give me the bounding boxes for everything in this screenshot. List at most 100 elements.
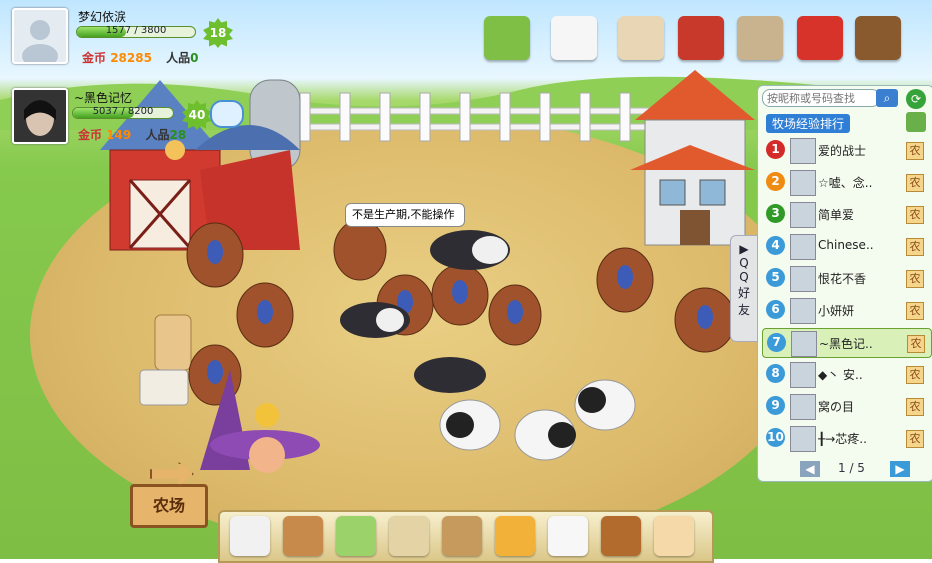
friend-avatar: [790, 202, 816, 228]
qq-tab-char: Q: [739, 270, 749, 284]
friend-row[interactable]: 6 小妍妍 农: [762, 296, 930, 324]
rank-number: 9: [766, 396, 785, 415]
rep-value: 0: [190, 51, 199, 65]
hand-icon[interactable]: [906, 112, 926, 132]
rank-number: 7: [767, 333, 786, 352]
friend-name: ╂→芯疼..: [818, 432, 867, 446]
rank-title[interactable]: 牧场经验排行: [766, 114, 851, 133]
cow-shop-icon[interactable]: [551, 16, 597, 60]
rank-number: 3: [766, 204, 785, 223]
rank-number: 4: [766, 236, 785, 255]
rank-number: 5: [766, 268, 785, 287]
friend-row[interactable]: 1 爱的战士 农: [762, 136, 930, 164]
friend-row[interactable]: 5 恨花不香 农: [762, 264, 930, 292]
barn-icon[interactable]: [678, 16, 724, 60]
friend-avatar: [790, 170, 816, 196]
friend-list-panel: ⌕ ⟳ 牧场经验排行 1爱的战士农2☆嘘、念..农3简单爱农4Chinese..…: [757, 85, 932, 482]
friend-row[interactable]: 9 窝の目 农: [762, 392, 930, 420]
visit-farm-button[interactable]: 农: [907, 335, 925, 353]
player-name: 梦幻依涙: [78, 10, 127, 24]
net-icon[interactable]: [389, 516, 429, 556]
friend-name: 简单爱: [818, 208, 855, 222]
friend-avatar: [791, 331, 817, 357]
rank-number: 8: [766, 364, 785, 383]
friend-row[interactable]: 8 ◆丶 安.. 农: [762, 360, 930, 388]
fence: [290, 92, 650, 142]
farm-sign[interactable]: 农场: [130, 484, 208, 528]
player-coins: 金币 28285 人品0: [82, 49, 199, 66]
friend-name: ☆嘘、念..: [818, 176, 873, 190]
player-exp-bar: 1577 / 3800: [76, 25, 196, 38]
broom-icon[interactable]: [442, 516, 482, 556]
friend-name: Chinese..: [818, 238, 874, 252]
rep-label: 人品: [145, 128, 170, 142]
coins-label: 金币: [82, 51, 107, 65]
friend-avatar: [790, 234, 816, 260]
chat-icon[interactable]: [210, 100, 244, 128]
friend-name: 小妍妍: [818, 304, 855, 318]
visit-farm-button[interactable]: 农: [906, 270, 924, 288]
qq-tab-char: Q: [739, 256, 749, 270]
friend-avatar: [790, 394, 816, 420]
rank-number: 10: [766, 428, 785, 447]
refresh-icon[interactable]: ⟳: [906, 89, 926, 109]
friend-name: ◆丶 安..: [818, 368, 863, 382]
rep-label: 人品: [166, 51, 191, 65]
visit-farm-button[interactable]: 农: [906, 142, 924, 160]
visitor-exp-text: 5037 / 8200: [92, 106, 154, 117]
friend-row[interactable]: 10 ╂→芯疼.. 农: [762, 424, 930, 452]
prev-page-button[interactable]: ◀: [800, 461, 820, 477]
friend-name: 窝の目: [818, 400, 855, 414]
animals: [186, 219, 736, 473]
next-page-button[interactable]: ▶: [890, 461, 910, 477]
player-avatar[interactable]: [12, 8, 68, 68]
visit-farm-button[interactable]: 农: [906, 302, 924, 320]
friend-avatar: [790, 426, 816, 452]
search-icon[interactable]: ⌕: [876, 89, 898, 107]
visit-farm-button[interactable]: 农: [906, 174, 924, 192]
pest-icon[interactable]: [336, 516, 376, 556]
seed-bag-icon[interactable]: [283, 516, 323, 556]
friend-avatar: [790, 362, 816, 388]
search-input[interactable]: [762, 89, 880, 107]
visitor-coins: 金币 149 人品28: [78, 126, 186, 143]
friend-row[interactable]: 2 ☆嘘、念.. 农: [762, 168, 930, 196]
shop-icon[interactable]: [797, 16, 843, 60]
coins-value: 28285: [110, 51, 152, 65]
visit-farm-button[interactable]: 农: [906, 430, 924, 448]
qq-tab-char: 好: [737, 286, 750, 300]
new-item-icon[interactable]: [618, 16, 664, 60]
friend-name: 爱的战士: [818, 144, 867, 158]
friend-row[interactable]: 4 Chinese.. 农: [762, 232, 930, 260]
cursor-icon[interactable]: [230, 516, 270, 556]
visitor-name: ~黑色记忆: [74, 91, 133, 105]
speech-bubble: 不是生产期,不能操作: [345, 203, 465, 227]
friend-row[interactable]: 7 ~黑色记.. 农: [762, 328, 932, 358]
visit-farm-button[interactable]: 农: [906, 238, 924, 256]
qq-friends-tab[interactable]: ▶ Q Q 好 友: [730, 235, 758, 342]
friend-avatar: [790, 138, 816, 164]
farm-plot-icon[interactable]: [484, 16, 530, 60]
visit-farm-button[interactable]: 农: [906, 366, 924, 384]
rank-number: 6: [766, 300, 785, 319]
visit-farm-button[interactable]: 农: [906, 206, 924, 224]
friend-name: ~黑色记..: [819, 337, 873, 351]
visitor-avatar[interactable]: [12, 88, 68, 144]
rank-number: 2: [766, 172, 785, 191]
new-decor-icon[interactable]: [855, 16, 901, 60]
friend-avatar: [790, 298, 816, 324]
friend-avatar: [790, 266, 816, 292]
harvest-box-icon[interactable]: [495, 516, 535, 556]
glove-icon[interactable]: [548, 516, 588, 556]
visitor-exp-bar: 5037 / 8200: [72, 106, 174, 119]
rep-value: 28: [169, 128, 187, 142]
collapse-arrow-icon: ▶: [739, 242, 749, 256]
coins-value: 149: [106, 128, 132, 142]
player-exp-text: 1577 / 3800: [105, 25, 167, 36]
paw-icon[interactable]: [601, 516, 641, 556]
friend-row[interactable]: 3 简单爱 农: [762, 200, 930, 228]
hand-icon[interactable]: [654, 516, 694, 556]
friend-name: 恨花不香: [818, 272, 867, 286]
visit-farm-button[interactable]: 农: [906, 398, 924, 416]
warehouse-icon[interactable]: [737, 16, 783, 60]
